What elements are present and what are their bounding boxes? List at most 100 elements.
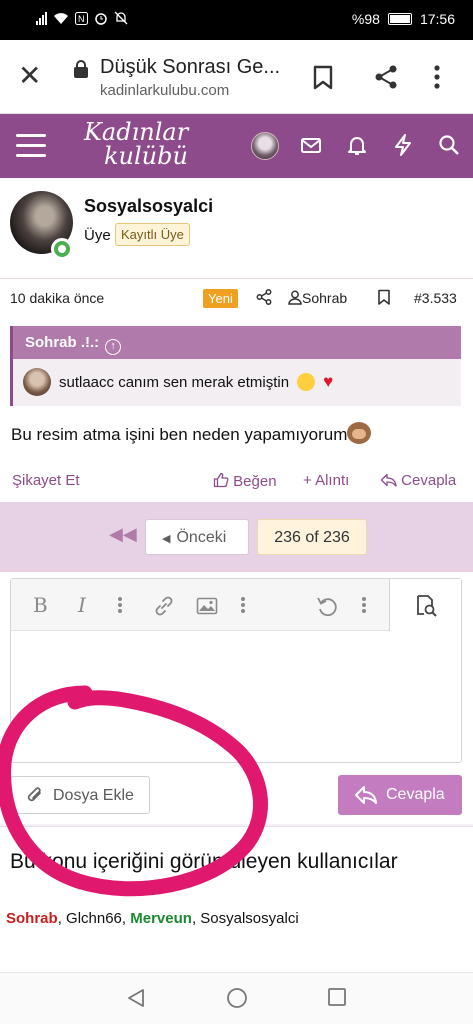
italic-icon[interactable]: I (78, 593, 86, 617)
post-body: Sohrab .!.: ↑ sutlaacc canım sen merak et… (0, 316, 473, 502)
reply-button[interactable]: Cevapla (380, 472, 456, 489)
see-no-evil-monkey-icon (347, 422, 372, 444)
heart-icon: ♥ (323, 372, 334, 391)
battery-percent: %98 (351, 11, 380, 27)
viewer-separator: , (121, 910, 131, 927)
more-vert-icon[interactable] (361, 596, 367, 614)
quote-text: sutlaacc canım sen merak etmiştin (59, 373, 290, 391)
user-badge: Kayıtlı Üye (115, 223, 190, 246)
prev-page-label: Önceki (176, 529, 227, 546)
post-username[interactable]: Sosyalsosyalci (84, 196, 213, 217)
post-meta: 10 dakika önce Yeni Sohrab #3.533 (0, 278, 473, 316)
first-page-icon[interactable]: ◀◀ (109, 524, 137, 545)
status-bar: N %98 17:56 (0, 0, 473, 40)
quote-avatar (23, 368, 51, 396)
report-button[interactable]: Şikayet Et (12, 472, 80, 489)
viewer-separator: , (57, 910, 67, 927)
post-user-header: Sosyalsosyalci Üye Kayıtlı Üye (0, 178, 473, 278)
more-vert-icon[interactable] (240, 596, 246, 614)
thumbs-up-icon (213, 472, 229, 488)
viewers-block: Bu konu içeriğini görüntüleyen kullanıcı… (0, 826, 473, 972)
like-label: Beğen (233, 473, 277, 490)
post-number[interactable]: #3.533 (414, 290, 457, 306)
home-icon[interactable] (226, 987, 248, 1009)
back-icon[interactable] (125, 987, 147, 1009)
viewers-list: Sohrab, Glchn66, Merveun, Sosyalsosyalci (6, 910, 299, 927)
clock: 17:56 (419, 11, 455, 27)
viewer-link[interactable]: Merveun (130, 910, 192, 927)
link-icon[interactable] (153, 595, 175, 617)
more-vert-icon[interactable] (117, 596, 123, 614)
lock-icon (74, 60, 88, 78)
online-status-icon (51, 238, 73, 260)
quote-block: Sohrab .!.: ↑ sutlaacc canım sen merak et… (10, 326, 461, 406)
post-author-link[interactable]: Sohrab (288, 290, 347, 306)
logo-line-1: Kadınlar (84, 118, 189, 146)
android-nav-bar (0, 972, 473, 1024)
signal-icon (36, 11, 47, 25)
reply-form: B I Dosya Ekle Cevapla (0, 572, 473, 824)
preview-icon (417, 595, 437, 617)
arrow-up-icon[interactable]: ↑ (105, 339, 122, 355)
like-button[interactable]: Beğen (213, 472, 277, 490)
new-badge: Yeni (203, 289, 238, 308)
bell-icon[interactable] (346, 134, 368, 156)
preview-button[interactable] (390, 579, 461, 631)
reply-label: Cevapla (401, 472, 457, 489)
image-icon[interactable] (196, 597, 218, 615)
prev-page-button[interactable]: ◀ Önceki (145, 519, 249, 555)
caret-left-icon: ◀ (162, 533, 171, 545)
quote-button[interactable]: + Alıntı (303, 472, 349, 489)
bolt-icon[interactable] (393, 134, 413, 156)
battery-icon (387, 13, 412, 25)
post-time[interactable]: 10 dakika önce (10, 290, 104, 306)
recents-icon[interactable] (327, 987, 347, 1007)
submit-reply-button[interactable]: Cevapla (338, 775, 462, 815)
more-vert-icon[interactable] (433, 64, 441, 90)
thread-page: Sosyalsosyalci Üye Kayıtlı Üye 10 dakika… (0, 178, 473, 972)
post-author-name: Sohrab (302, 290, 348, 306)
reply-icon (355, 786, 377, 804)
logo-line-2: kulübü (104, 142, 188, 170)
quote-author: Sohrab .!.: (25, 334, 100, 351)
share-icon[interactable] (256, 289, 272, 305)
share-icon[interactable] (373, 64, 399, 90)
site-logo[interactable]: Kadınlar kulübü (70, 120, 188, 168)
submit-reply-label: Cevapla (386, 786, 445, 803)
close-icon[interactable]: ✕ (18, 62, 41, 90)
viewer-link[interactable]: Glchn66 (66, 910, 122, 927)
viewer-link[interactable]: Sosyalsosyalci (200, 910, 298, 927)
bold-icon[interactable]: B (33, 593, 48, 617)
bookmark-icon[interactable] (377, 289, 391, 306)
site-header: Kadınlar kulübü (0, 114, 473, 178)
pagination: ◀◀ ◀ Önceki 236 of 236 (0, 502, 473, 572)
editor-toolbar: B I (11, 579, 461, 631)
mute-icon (114, 11, 128, 25)
smiling-face-with-hearts-icon (297, 373, 316, 391)
url-text[interactable]: kadinlarkulubu.com (100, 82, 229, 99)
wifi-icon (54, 12, 68, 24)
search-icon[interactable] (438, 134, 460, 156)
post-actions: Şikayet Et Beğen + Alıntı Cevapla (0, 464, 473, 500)
paperclip-icon (27, 787, 41, 802)
quote-header[interactable]: Sohrab .!.: ↑ (13, 326, 461, 359)
attach-file-button[interactable]: Dosya Ekle (10, 776, 150, 814)
page-indicator[interactable]: 236 of 236 (257, 519, 367, 555)
viewer-link[interactable]: Sohrab (6, 910, 58, 927)
mail-icon[interactable] (300, 134, 322, 156)
undo-icon[interactable] (316, 595, 338, 617)
user-title: Üye (84, 227, 111, 244)
page-title: Düşük Sonrası Ge... (100, 56, 281, 78)
avatar[interactable] (251, 132, 279, 160)
nfc-icon: N (75, 11, 88, 25)
reply-icon (380, 473, 397, 487)
post-text: Bu resim atma işini ben neden yapamıyoru… (11, 422, 372, 445)
viewers-title: Bu konu içeriğini görüntüleyen kullanıcı… (10, 850, 398, 873)
svg-text:N: N (78, 14, 85, 24)
post-message: Bu resim atma işini ben neden yapamıyoru… (11, 425, 348, 444)
alarm-icon (95, 13, 107, 25)
attach-file-label: Dosya Ekle (53, 787, 134, 804)
menu-icon[interactable] (16, 134, 46, 164)
reply-editor[interactable]: B I (10, 578, 462, 763)
bookmark-icon[interactable] (312, 65, 334, 91)
